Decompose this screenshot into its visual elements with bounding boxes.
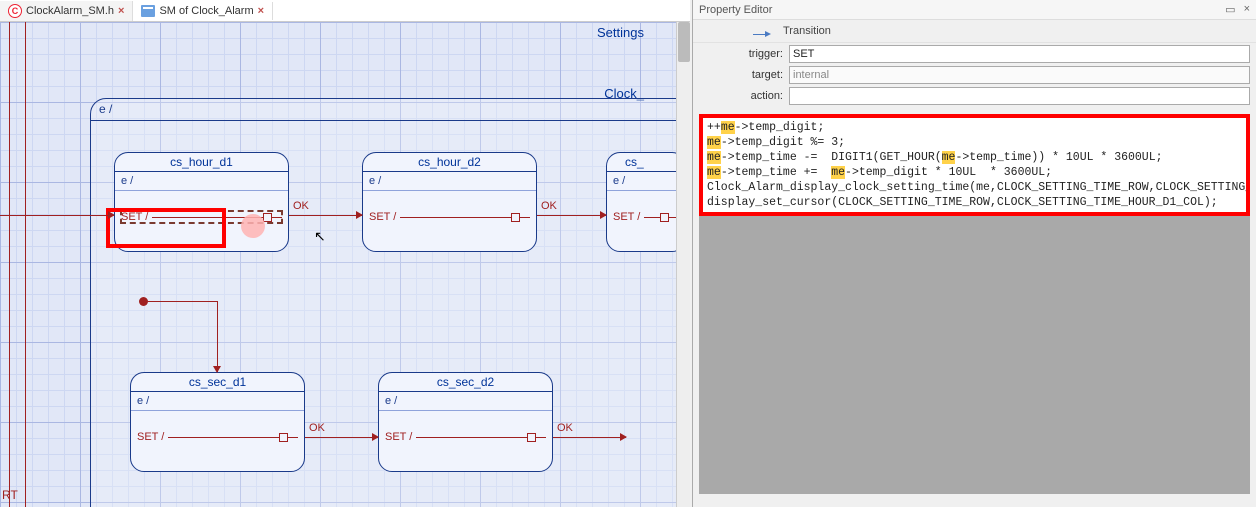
- set-line: [152, 217, 282, 218]
- ok-label: OK: [541, 200, 557, 212]
- transition-line: [9, 22, 10, 507]
- outer-entry-action: e /: [91, 99, 690, 121]
- state-title: cs_sec_d1: [131, 373, 304, 392]
- close-icon[interactable]: ×: [258, 5, 264, 17]
- state-cs-hour-d1[interactable]: cs_hour_d1 e / SET /: [114, 152, 289, 252]
- state-title: cs_hour_d2: [363, 153, 536, 172]
- ok-label: OK: [309, 422, 325, 434]
- state-body: SET /: [607, 191, 685, 227]
- state-cs-hour-d2[interactable]: cs_hour_d2 e / SET /: [362, 152, 537, 252]
- action-label: action:: [699, 90, 783, 102]
- trigger-label: trigger:: [699, 48, 783, 60]
- arrow-right-icon: [620, 433, 627, 441]
- tab-clockalarm-sm-h[interactable]: C ClockAlarm_SM.h ×: [0, 1, 133, 21]
- arrow-right-icon: [108, 211, 115, 219]
- initial-pseudostate: [139, 297, 148, 306]
- tab-label: ClockAlarm_SM.h: [26, 5, 114, 17]
- statemachine-icon: [141, 5, 155, 17]
- set-line: [168, 437, 298, 438]
- set-label: SET /: [369, 211, 396, 223]
- close-icon[interactable]: ×: [118, 5, 124, 17]
- action-code-textarea[interactable]: ++me->temp_digit; me->temp_digit %= 3; m…: [699, 114, 1250, 216]
- transition-icon: [753, 24, 773, 38]
- set-label: SET /: [121, 211, 148, 223]
- action-input[interactable]: [789, 87, 1250, 105]
- ok-label: OK: [557, 422, 573, 434]
- transition-line: [305, 437, 378, 438]
- target-label: target:: [699, 69, 783, 81]
- mouse-cursor-icon: ↖: [314, 228, 326, 245]
- pointer-marker: [241, 214, 265, 238]
- state-entry: e /: [379, 392, 552, 411]
- set-line: [416, 437, 546, 438]
- transition-line: [537, 215, 606, 216]
- action-code-container: ++me->temp_digit; me->temp_digit %= 3; m…: [699, 114, 1250, 494]
- state-cs-partial[interactable]: cs_ e / SET /: [606, 152, 686, 252]
- state-title: cs_: [607, 153, 685, 172]
- scrollbar-thumb[interactable]: [678, 22, 690, 62]
- state-entry: e /: [131, 392, 304, 411]
- diagram-canvas[interactable]: Settings Clock_ e / cs_hour_d1 e / SET /…: [0, 22, 690, 507]
- rt-label: RT: [2, 488, 18, 502]
- state-cs-sec-d2[interactable]: cs_sec_d2 e / SET /: [378, 372, 553, 472]
- state-body: SET /: [131, 411, 304, 447]
- property-editor-subtitle: Transition: [693, 20, 1256, 43]
- set-internal-transition[interactable]: SET /: [385, 431, 546, 443]
- set-line: [400, 217, 530, 218]
- property-editor-panel: Property Editor ▭ × Transition trigger: …: [692, 0, 1256, 507]
- transition-line: [289, 215, 362, 216]
- state-cs-sec-d1[interactable]: cs_sec_d1 e / SET /: [130, 372, 305, 472]
- canvas-scrollbar[interactable]: [676, 22, 690, 507]
- state-entry: e /: [115, 172, 288, 191]
- transition-line: [25, 22, 26, 507]
- state-entry: e /: [363, 172, 536, 191]
- arrow-right-icon: [356, 211, 363, 219]
- editor-tabbar: C ClockAlarm_SM.h × SM of Clock_Alarm ×: [0, 0, 690, 22]
- set-label: SET /: [137, 431, 164, 443]
- state-title: cs_hour_d1: [115, 153, 288, 172]
- state-body: SET /: [363, 191, 536, 227]
- ok-label: OK: [293, 200, 309, 212]
- set-label: SET /: [385, 431, 412, 443]
- tab-sm-of-clock-alarm[interactable]: SM of Clock_Alarm ×: [133, 2, 273, 20]
- property-editor-title: Property Editor: [699, 4, 772, 16]
- arrow-right-icon: [600, 211, 607, 219]
- arrow-right-icon: [372, 433, 379, 441]
- arrow-down-icon: [213, 366, 221, 373]
- settings-label: Settings: [597, 25, 644, 40]
- set-label: SET /: [613, 211, 640, 223]
- property-editor-title-bar: Property Editor ▭ ×: [693, 0, 1256, 20]
- set-internal-transition[interactable]: SET /: [137, 431, 298, 443]
- transition-line: [0, 215, 114, 216]
- set-internal-transition[interactable]: SET /: [613, 211, 679, 223]
- transition-label: Transition: [783, 25, 831, 37]
- set-internal-transition[interactable]: SET /: [369, 211, 530, 223]
- close-icon[interactable]: ×: [1244, 3, 1250, 16]
- c-file-icon: C: [8, 4, 22, 18]
- undock-icon[interactable]: ▭: [1225, 3, 1235, 16]
- transition-line: [553, 437, 626, 438]
- transition-line: [148, 301, 218, 302]
- state-body: SET /: [379, 411, 552, 447]
- target-input[interactable]: [789, 66, 1250, 84]
- transition-line: [217, 301, 218, 372]
- state-title: cs_sec_d2: [379, 373, 552, 392]
- tab-label: SM of Clock_Alarm: [159, 5, 253, 17]
- trigger-input[interactable]: [789, 45, 1250, 63]
- property-editor-form: trigger: target: action:: [693, 43, 1256, 114]
- set-line: [644, 217, 679, 218]
- state-entry: e /: [607, 172, 685, 191]
